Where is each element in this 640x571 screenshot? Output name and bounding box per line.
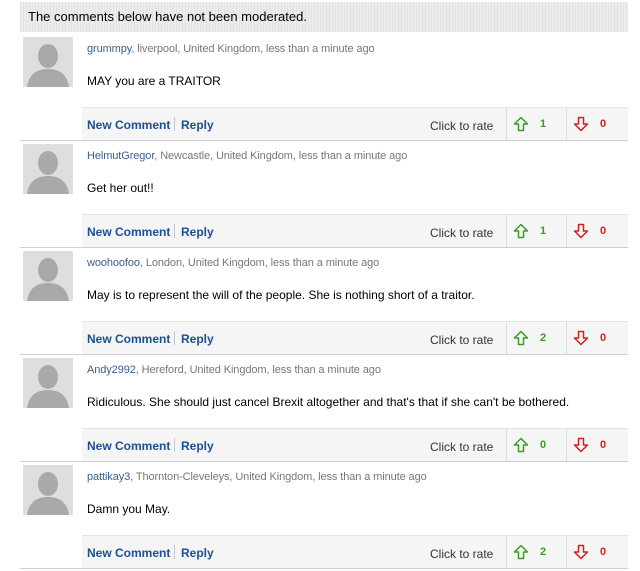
default-avatar-icon — [23, 358, 73, 408]
comment-list: grummpy, liverpool, United Kingdom, less… — [20, 34, 628, 569]
new-comment-link[interactable]: New Comment — [87, 332, 170, 346]
comment-text: Get her out!! — [87, 181, 154, 195]
divider — [174, 438, 175, 452]
down-count: 0 — [600, 225, 607, 237]
reply-link[interactable]: Reply — [181, 439, 214, 453]
comment-actions: New Comment Reply Click to rate 0 0 — [82, 428, 628, 461]
rate-down-button[interactable]: 0 — [566, 215, 626, 247]
rate-down-button[interactable]: 0 — [566, 108, 626, 140]
comment-text: Damn you May. — [87, 502, 171, 516]
rate-up-button[interactable]: 0 — [506, 429, 566, 461]
reply-link[interactable]: Reply — [181, 546, 214, 560]
arrow-down-icon — [573, 437, 589, 453]
arrow-down-icon — [573, 223, 589, 239]
comment-username[interactable]: HelmutGregor — [87, 150, 154, 162]
avatar[interactable] — [23, 37, 73, 87]
comment-meta: , London, United Kingdom, less than a mi… — [139, 257, 380, 269]
comment-meta: , Newcastle, United Kingdom, less than a… — [154, 150, 408, 162]
default-avatar-icon — [23, 144, 73, 194]
rate-down-button[interactable]: 0 — [566, 322, 626, 354]
moderation-notice: The comments below have not been moderat… — [20, 2, 628, 32]
up-count: 2 — [540, 546, 547, 558]
up-count: 1 — [540, 225, 547, 237]
comment-username[interactable]: grummpy — [87, 43, 131, 55]
reply-link[interactable]: Reply — [181, 118, 214, 132]
arrow-down-icon — [573, 330, 589, 346]
divider — [174, 224, 175, 238]
arrow-up-icon — [513, 437, 529, 453]
rate-label: Click to rate — [430, 440, 494, 454]
comment-text: May is to represent the will of the peop… — [87, 288, 475, 302]
up-count: 1 — [540, 118, 547, 130]
down-count: 0 — [600, 439, 607, 451]
comment-byline: grummpy, liverpool, United Kingdom, less… — [87, 43, 375, 55]
down-count: 0 — [600, 118, 607, 130]
comment-actions: New Comment Reply Click to rate 1 0 — [82, 214, 628, 247]
comment-username[interactable]: Andy2992 — [87, 364, 136, 376]
arrow-up-icon — [513, 544, 529, 560]
new-comment-link[interactable]: New Comment — [87, 225, 170, 239]
comment-item: grummpy, liverpool, United Kingdom, less… — [20, 34, 628, 141]
default-avatar-icon — [23, 37, 73, 87]
rate-up-button[interactable]: 1 — [506, 108, 566, 140]
comment-byline: pattikay3, Thornton-Cleveleys, United Ki… — [87, 471, 427, 483]
avatar[interactable] — [23, 465, 73, 515]
arrow-down-icon — [573, 544, 589, 560]
comment-username[interactable]: woohoofoo — [87, 257, 140, 269]
comment-meta: , liverpool, United Kingdom, less than a… — [131, 43, 375, 55]
comment-item: woohoofoo, London, United Kingdom, less … — [20, 248, 628, 355]
new-comment-link[interactable]: New Comment — [87, 118, 170, 132]
avatar[interactable] — [23, 251, 73, 301]
reply-link[interactable]: Reply — [181, 332, 214, 346]
rate-up-button[interactable]: 2 — [506, 536, 566, 568]
default-avatar-icon — [23, 465, 73, 515]
comment-meta: , Hereford, United Kingdom, less than a … — [135, 364, 381, 376]
rate-down-button[interactable]: 0 — [566, 429, 626, 461]
up-count: 2 — [540, 332, 547, 344]
new-comment-link[interactable]: New Comment — [87, 546, 170, 560]
comment-actions: New Comment Reply Click to rate 1 0 — [82, 107, 628, 140]
reply-link[interactable]: Reply — [181, 225, 214, 239]
comment-meta: , Thornton-Cleveleys, United Kingdom, le… — [130, 471, 427, 483]
divider — [174, 331, 175, 345]
comment-byline: HelmutGregor, Newcastle, United Kingdom,… — [87, 150, 407, 162]
up-count: 0 — [540, 439, 547, 451]
avatar[interactable] — [23, 358, 73, 408]
rate-label: Click to rate — [430, 333, 494, 347]
arrow-up-icon — [513, 330, 529, 346]
comment-byline: woohoofoo, London, United Kingdom, less … — [87, 257, 379, 269]
rate-up-button[interactable]: 2 — [506, 322, 566, 354]
comment-actions: New Comment Reply Click to rate 2 0 — [82, 321, 628, 354]
arrow-down-icon — [573, 116, 589, 132]
comment-text: Ridiculous. She should just cancel Brexi… — [87, 395, 570, 409]
comment-username[interactable]: pattikay3 — [87, 471, 130, 483]
comment-text: MAY you are a TRAITOR — [87, 74, 221, 88]
divider — [174, 117, 175, 131]
default-avatar-icon — [23, 251, 73, 301]
rate-up-button[interactable]: 1 — [506, 215, 566, 247]
comment-actions: New Comment Reply Click to rate 2 0 — [82, 535, 628, 568]
comment-byline: Andy2992, Hereford, United Kingdom, less… — [87, 364, 381, 376]
divider — [174, 545, 175, 559]
comment-item: pattikay3, Thornton-Cleveleys, United Ki… — [20, 462, 628, 569]
comment-item: Andy2992, Hereford, United Kingdom, less… — [20, 355, 628, 462]
rate-down-button[interactable]: 0 — [566, 536, 626, 568]
down-count: 0 — [600, 546, 607, 558]
arrow-up-icon — [513, 116, 529, 132]
new-comment-link[interactable]: New Comment — [87, 439, 170, 453]
rate-label: Click to rate — [430, 226, 494, 240]
comment-item: HelmutGregor, Newcastle, United Kingdom,… — [20, 141, 628, 248]
down-count: 0 — [600, 332, 607, 344]
rate-label: Click to rate — [430, 547, 494, 561]
avatar[interactable] — [23, 144, 73, 194]
rate-label: Click to rate — [430, 119, 494, 133]
arrow-up-icon — [513, 223, 529, 239]
